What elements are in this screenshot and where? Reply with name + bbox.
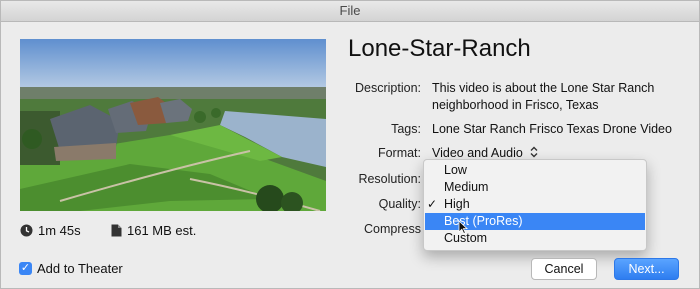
quality-menu: Low Medium ✓ High Best (ProRes) Custom bbox=[423, 159, 647, 251]
cancel-button[interactable]: Cancel bbox=[531, 258, 597, 280]
format-label: Format: bbox=[377, 146, 421, 160]
next-button[interactable]: Next... bbox=[614, 258, 679, 280]
size-text: 161 MB est. bbox=[127, 223, 197, 238]
description-label: Description: bbox=[355, 81, 421, 95]
quality-option-high[interactable]: ✓ High bbox=[425, 196, 645, 213]
quality-option-custom[interactable]: Custom bbox=[425, 230, 645, 247]
add-to-theater-checkbox[interactable]: ✓ bbox=[19, 262, 32, 275]
video-thumbnail bbox=[20, 39, 326, 211]
updown-chevron-icon bbox=[530, 146, 538, 158]
format-value: Video and Audio bbox=[432, 146, 523, 160]
resolution-label: Resolution: bbox=[358, 172, 421, 186]
duration-text: 1m 45s bbox=[38, 223, 81, 238]
tags-value[interactable]: Lone Star Ranch Frisco Texas Drone Video bbox=[432, 121, 672, 138]
size-info: 161 MB est. bbox=[111, 223, 196, 238]
duration-info: 1m 45s bbox=[20, 223, 81, 238]
quality-option-best-prores[interactable]: Best (ProRes) bbox=[425, 213, 645, 234]
quality-option-medium[interactable]: Medium bbox=[425, 179, 645, 196]
checkmark-icon: ✓ bbox=[427, 197, 438, 211]
description-value[interactable]: This video is about the Lone Star Ranch … bbox=[432, 80, 657, 114]
export-dialog: File 1m 45s 161 MB est. Lone-Star-Ranch … bbox=[0, 0, 700, 289]
compression-label: Compress bbox=[364, 222, 421, 236]
add-to-theater-label[interactable]: Add to Theater bbox=[37, 261, 123, 276]
window-title: File bbox=[1, 1, 699, 22]
file-icon bbox=[111, 224, 122, 237]
quality-option-low[interactable]: Low bbox=[425, 162, 645, 179]
tags-label: Tags: bbox=[391, 122, 421, 136]
checkmark-icon: ✓ bbox=[20, 262, 31, 274]
quality-label: Quality: bbox=[378, 197, 421, 211]
aerial-neighborhood-image bbox=[20, 39, 326, 211]
clock-icon bbox=[20, 224, 33, 237]
video-title: Lone-Star-Ranch bbox=[348, 35, 531, 62]
